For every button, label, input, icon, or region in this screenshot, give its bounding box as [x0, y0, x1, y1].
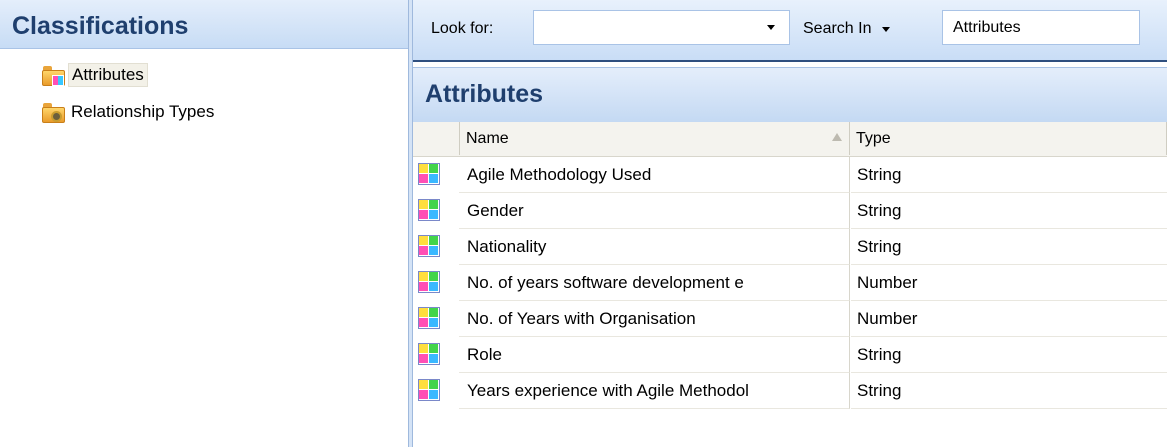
attributes-title: Attributes — [425, 80, 544, 108]
cell-type: String — [851, 337, 1167, 373]
cell-type: String — [851, 229, 1167, 265]
cell-name: Nationality — [459, 229, 850, 265]
search-in-field[interactable]: Attributes — [942, 10, 1140, 45]
look-for-input[interactable] — [534, 11, 744, 44]
cell-type: Number — [851, 301, 1167, 337]
attribute-icon — [418, 379, 440, 401]
table-row[interactable]: Agile Methodology Used String — [413, 157, 1167, 193]
attribute-icon — [418, 343, 440, 365]
column-header-type[interactable]: Type — [851, 122, 1167, 155]
grid-header: Name Type — [413, 122, 1167, 157]
cell-type: Number — [851, 265, 1167, 301]
chevron-down-icon[interactable] — [882, 26, 891, 32]
search-toolbar: Look for: Search In Attributes — [413, 0, 1167, 62]
attributes-header: Attributes — [413, 67, 1167, 122]
attribute-icon — [418, 199, 440, 221]
attributes-folder-icon — [42, 65, 65, 86]
tree-item-label: Attributes — [68, 63, 148, 87]
cell-type: String — [851, 157, 1167, 193]
classifications-title: Classifications — [12, 12, 189, 40]
relationship-types-folder-icon — [42, 102, 65, 123]
cell-type: String — [851, 193, 1167, 229]
attribute-icon — [418, 271, 440, 293]
search-in-label: Search In — [803, 20, 872, 37]
search-in-dropdown[interactable]: Search In — [803, 20, 891, 38]
classifications-header: Classifications — [0, 0, 408, 49]
cell-name: Role — [459, 337, 850, 373]
tree-item-label: Relationship Types — [71, 102, 215, 121]
column-header-name[interactable]: Name — [459, 122, 850, 155]
attribute-icon — [418, 163, 440, 185]
column-header-label: Name — [466, 129, 509, 147]
table-row[interactable]: No. of Years with Organisation Number — [413, 301, 1167, 337]
chevron-down-icon[interactable] — [767, 25, 775, 30]
cell-name: Gender — [459, 193, 850, 229]
table-row[interactable]: Nationality String — [413, 229, 1167, 265]
look-for-label: Look for: — [431, 20, 494, 37]
table-row[interactable]: Years experience with Agile Methodol Stri… — [413, 373, 1167, 409]
cell-type: String — [851, 373, 1167, 409]
tree-item-relationship-types[interactable]: Relationship Types — [42, 99, 217, 125]
attributes-grid: Name Type Agile Methodology Used String Ge… — [413, 122, 1167, 447]
table-row[interactable]: No. of years software development e Numbe… — [413, 265, 1167, 301]
table-row[interactable]: Role String — [413, 337, 1167, 373]
cell-name: No. of years software development e — [459, 265, 850, 301]
attribute-icon — [418, 235, 440, 257]
classifications-pane: Classifications Attributes Relationship … — [0, 0, 408, 447]
column-header-label: Type — [856, 129, 891, 147]
look-for-combobox[interactable] — [533, 10, 790, 45]
sort-ascending-icon — [832, 133, 842, 141]
cell-name: Agile Methodology Used — [459, 157, 850, 193]
attribute-icon — [418, 307, 440, 329]
cell-name: Years experience with Agile Methodol — [459, 373, 850, 409]
tree-item-attributes[interactable]: Attributes — [42, 62, 148, 88]
table-row[interactable]: Gender String — [413, 193, 1167, 229]
cell-name: No. of Years with Organisation — [459, 301, 850, 337]
